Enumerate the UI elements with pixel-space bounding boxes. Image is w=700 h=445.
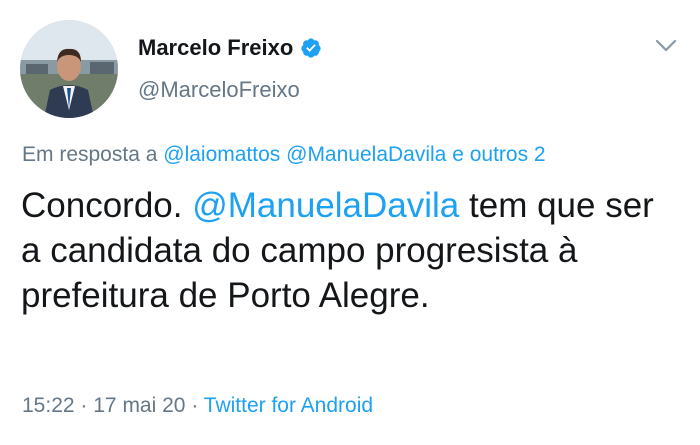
author-name-row: Marcelo Freixo (138, 33, 322, 63)
verified-badge-icon (300, 37, 322, 59)
reply-others-link[interactable]: outros 2 (470, 143, 546, 166)
chevron-down-icon[interactable] (654, 36, 678, 56)
tweet-time[interactable]: 15:22 (22, 394, 75, 417)
author-handle[interactable]: @MarceloFreixo (138, 77, 322, 103)
reply-conjunction[interactable]: e (452, 143, 464, 166)
tweet-source-link[interactable]: Twitter for Android (204, 394, 373, 417)
tweet-date[interactable]: 17 mai 20 (93, 394, 185, 417)
tweet-meta: 15:22 · 17 mai 20 · Twitter for Android (22, 394, 373, 418)
tweet-card: Marcelo Freixo @MarceloFreixo Em respost… (0, 0, 700, 445)
meta-separator: · (80, 394, 88, 417)
tweet-mention-manueladavila[interactable]: @ManuelaDavila (192, 186, 459, 225)
author-block: Marcelo Freixo @MarceloFreixo (138, 33, 322, 103)
profile-photo (20, 20, 118, 118)
tweet-text: Concordo. @ManuelaDavila tem que ser a c… (21, 183, 681, 318)
avatar[interactable] (20, 20, 118, 118)
meta-separator: · (191, 394, 199, 417)
author-name[interactable]: Marcelo Freixo (138, 35, 293, 61)
tweet-text-before: Concordo. (21, 186, 183, 225)
reply-prefix: Em resposta a (22, 143, 158, 166)
reply-mention-manueladavila[interactable]: @ManuelaDavila (286, 143, 446, 166)
reply-mention-laiomattos[interactable]: @laiomattos (163, 143, 280, 166)
reply-context: Em resposta a @laiomattos @ManuelaDavila… (22, 143, 546, 167)
